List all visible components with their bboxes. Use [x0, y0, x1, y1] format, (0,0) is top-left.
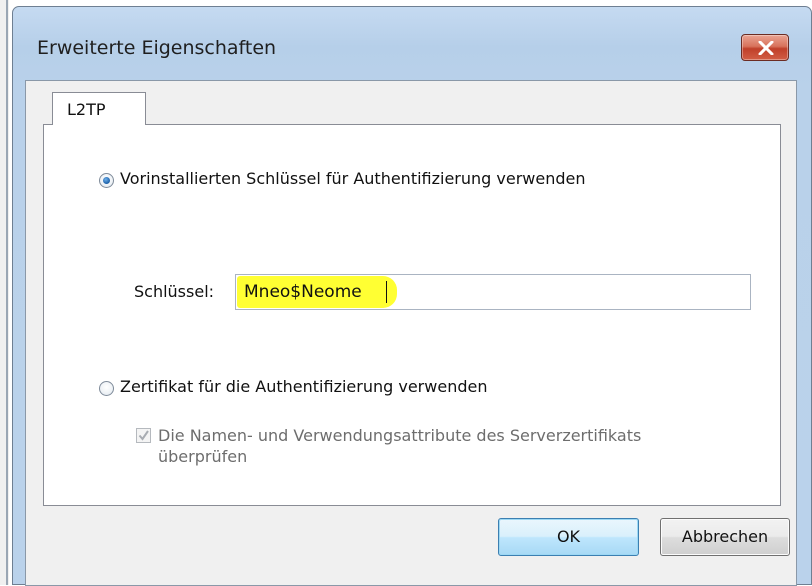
verify-label-line2: überprüfen	[158, 447, 248, 466]
close-button[interactable]	[741, 34, 789, 61]
dialog-window: Erweiterte Eigenschaften L2TP Vorinstall…	[12, 6, 812, 586]
cert-option-label: Zertifikat für die Authentifizierung ver…	[120, 377, 488, 396]
key-input[interactable]: Mneo$Neome	[235, 274, 751, 310]
tab-panel: Vorinstallierten Schlüssel für Authentif…	[43, 124, 781, 506]
cert-radio[interactable]	[99, 381, 114, 396]
dialog-client-area: L2TP Vorinstallierten Schlüssel für Auth…	[25, 80, 797, 586]
tab-l2tp[interactable]: L2TP	[52, 92, 146, 125]
background-window-edge	[0, 0, 9, 585]
window-title: Erweiterte Eigenschaften	[37, 37, 277, 59]
tab-label: L2TP	[67, 100, 106, 119]
psk-option-label: Vorinstallierten Schlüssel für Authentif…	[120, 169, 586, 188]
text-caret	[386, 281, 387, 303]
ok-button[interactable]: OK	[498, 518, 639, 556]
key-label: Schlüssel:	[134, 282, 215, 301]
psk-radio[interactable]	[99, 173, 114, 188]
cancel-button[interactable]: Abbrechen	[660, 518, 790, 556]
key-value: Mneo$Neome	[244, 282, 362, 302]
close-icon	[758, 41, 774, 55]
verify-label-line1: Die Namen- und Verwendungsattribute des …	[158, 426, 642, 445]
verify-checkbox[interactable]	[136, 428, 151, 443]
checkmark-icon	[138, 430, 149, 441]
